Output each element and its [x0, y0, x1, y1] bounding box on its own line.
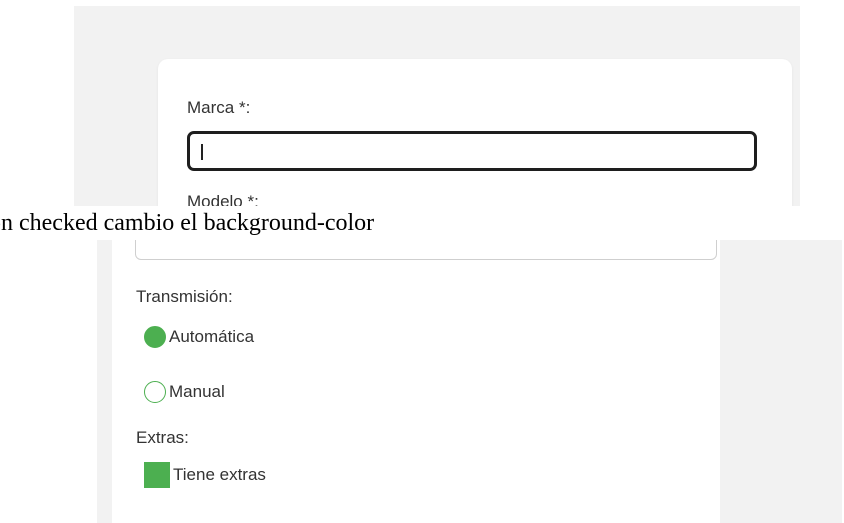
form-card-continued: Transmisión: Automática Manual Extras: T… [112, 240, 720, 523]
screenshot-top: Marca *: Modelo *: [74, 6, 800, 206]
modelo-label: Modelo *: [187, 192, 259, 206]
checkbox-tiene-extras[interactable]: Tiene extras [144, 462, 266, 488]
page: Marca *: Modelo *: on checked cambio el … [0, 0, 844, 523]
checkbox-checked-icon[interactable] [144, 462, 170, 488]
extras-label: Extras: [136, 428, 189, 447]
radio-label-automatica: Automática [169, 327, 255, 346]
transmision-label: Transmisión: [136, 287, 233, 306]
caption-text: on checked cambio el background-color [0, 210, 375, 236]
marca-input[interactable] [187, 131, 757, 171]
screenshot-bottom: Transmisión: Automática Manual Extras: T… [97, 240, 842, 523]
modelo-input[interactable] [135, 240, 717, 260]
radio-label-manual: Manual [169, 382, 225, 401]
radio-option-automatica[interactable]: Automática [144, 326, 254, 348]
marca-label: Marca *: [187, 98, 251, 117]
radio-unchecked-icon[interactable] [144, 381, 166, 403]
checkbox-label: Tiene extras [173, 465, 266, 484]
radio-option-manual[interactable]: Manual [144, 381, 225, 403]
text-cursor [201, 144, 203, 160]
form-card: Marca *: Modelo *: [158, 59, 792, 206]
radio-checked-icon[interactable] [144, 326, 166, 348]
